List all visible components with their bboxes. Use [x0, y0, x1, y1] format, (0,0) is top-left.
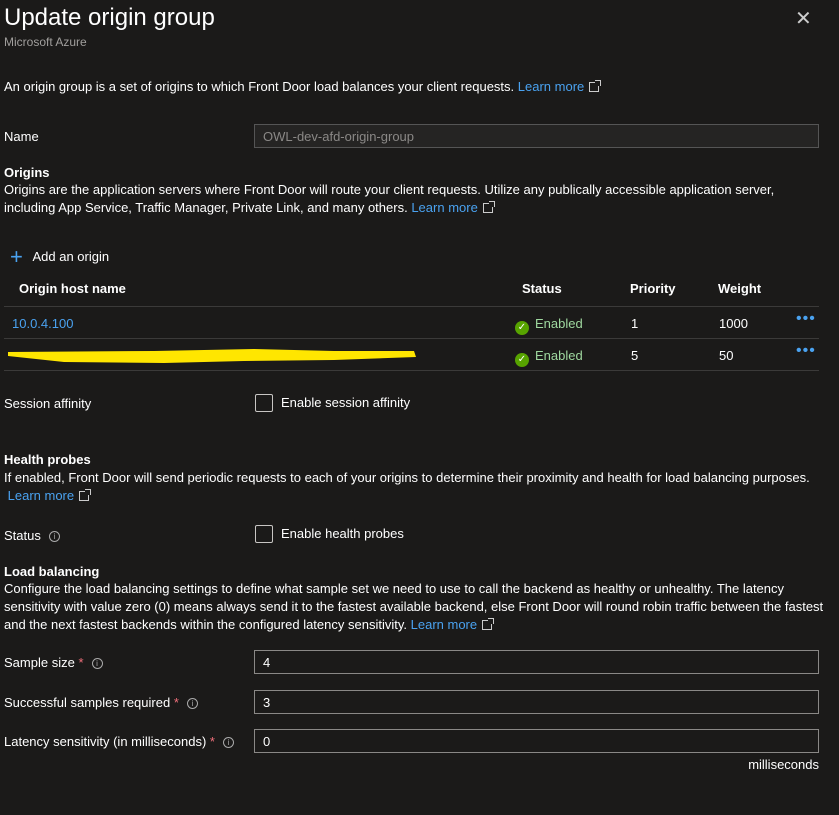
latency-input[interactable] — [254, 729, 819, 753]
info-icon[interactable]: i — [48, 531, 60, 543]
name-label: Name — [4, 129, 39, 144]
status-text: Enabled — [535, 348, 583, 363]
sample-size-input[interactable] — [254, 650, 819, 674]
lb-desc: Configure the load balancing settings to… — [4, 580, 834, 634]
successful-samples-label: Successful samples required * i — [4, 695, 198, 710]
check-circle-icon: ✓ — [515, 321, 529, 335]
load-balancing-heading: Load balancing — [4, 564, 100, 579]
add-origin-label: Add an origin — [32, 249, 110, 264]
successful-samples-input[interactable] — [254, 690, 819, 714]
status-badge: ✓ Enabled — [515, 348, 583, 367]
divider — [4, 370, 819, 371]
origins-learn-more-link[interactable]: Learn more — [411, 200, 477, 215]
session-affinity-checkbox[interactable] — [255, 394, 273, 412]
weight: 50 — [719, 348, 734, 363]
col-host: Origin host name — [19, 281, 126, 296]
col-priority: Priority — [630, 281, 676, 296]
col-status: Status — [522, 281, 562, 296]
priority: 1 — [631, 316, 639, 331]
latency-label-text: Latency sensitivity (in milliseconds) — [4, 734, 207, 749]
external-link-icon — [79, 489, 92, 501]
external-link-icon — [482, 618, 495, 630]
divider — [4, 338, 819, 339]
more-options-icon[interactable]: ••• — [796, 310, 816, 328]
status-label: Status i — [4, 528, 60, 543]
health-learn-more-link[interactable]: Learn more — [8, 488, 74, 503]
intro-description: An origin group is a set of origins to w… — [4, 79, 515, 94]
add-origin-button[interactable]: + Add an origin — [10, 244, 109, 270]
health-description: If enabled, Front Door will send periodi… — [4, 470, 810, 485]
external-link-icon — [482, 201, 495, 213]
weight: 1000 — [719, 316, 748, 331]
page-subtitle: Microsoft Azure — [4, 35, 87, 49]
health-desc: If enabled, Front Door will send periodi… — [4, 469, 834, 505]
successful-samples-label-text: Successful samples required — [4, 695, 171, 710]
session-affinity-checkbox-label: Enable session affinity — [281, 395, 411, 410]
info-icon[interactable]: i — [91, 658, 103, 670]
health-probes-checkbox[interactable] — [255, 525, 273, 543]
plus-icon: + — [10, 244, 23, 269]
intro-text: An origin group is a set of origins to w… — [4, 78, 602, 96]
col-weight: Weight — [718, 281, 762, 296]
latency-label: Latency sensitivity (in milliseconds) * i — [4, 734, 234, 749]
health-probes-heading: Health probes — [4, 452, 91, 467]
lb-learn-more-link[interactable]: Learn more — [411, 617, 477, 632]
status-badge: ✓ Enabled — [515, 316, 583, 335]
sample-size-label: Sample size * i — [4, 655, 103, 670]
priority: 5 — [631, 348, 639, 363]
origins-desc: Origins are the application servers wher… — [4, 181, 824, 217]
more-options-icon[interactable]: ••• — [796, 342, 816, 360]
info-icon[interactable]: i — [222, 737, 234, 749]
sample-size-label-text: Sample size — [4, 655, 75, 670]
close-icon[interactable]: ✕ — [795, 6, 812, 31]
origin-host-link[interactable]: 10.0.4.100 — [12, 316, 73, 331]
origins-description: Origins are the application servers wher… — [4, 182, 775, 215]
health-probes-checkbox-label: Enable health probes — [281, 526, 404, 541]
divider — [4, 306, 819, 307]
status-label-text: Status — [4, 528, 41, 543]
learn-more-link[interactable]: Learn more — [518, 79, 584, 94]
info-icon[interactable]: i — [186, 698, 198, 710]
name-input[interactable] — [254, 124, 819, 148]
redaction-mark — [8, 349, 416, 363]
session-affinity-label: Session affinity — [4, 396, 92, 411]
external-link-icon — [589, 80, 602, 92]
milliseconds-unit: milliseconds — [748, 757, 819, 772]
check-circle-icon: ✓ — [515, 353, 529, 367]
page-title: Update origin group — [4, 4, 215, 31]
status-text: Enabled — [535, 316, 583, 331]
origins-heading: Origins — [4, 165, 50, 180]
